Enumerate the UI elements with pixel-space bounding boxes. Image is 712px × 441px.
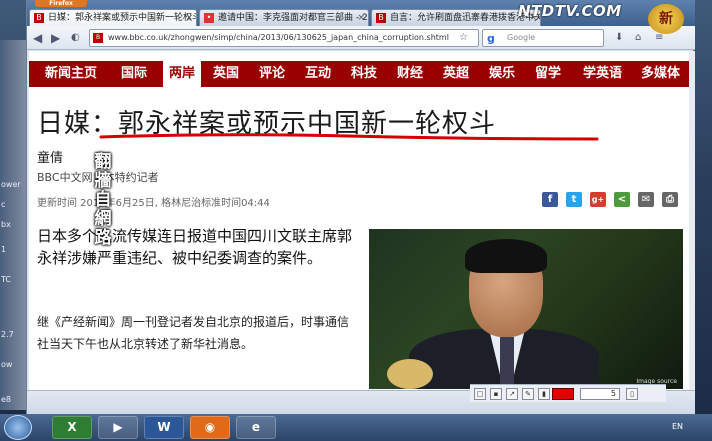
share-icon[interactable]: < <box>614 192 630 207</box>
arrow-icon[interactable]: ↗ <box>506 388 518 400</box>
twitter-icon[interactable]: t <box>566 192 582 207</box>
bbc-nav-item[interactable]: 英超 <box>443 61 469 87</box>
taskbar-ie-icon[interactable]: e <box>236 416 276 439</box>
bbc-favicon-icon: B <box>34 13 44 23</box>
search-input[interactable]: g Google <box>482 29 604 47</box>
home-icon[interactable]: ⌂ <box>635 30 641 46</box>
taskbar-excel-icon[interactable]: X <box>52 416 92 439</box>
bookmark-star-icon[interactable]: ☆ <box>459 30 468 46</box>
address-bar[interactable]: B www.bbc.co.uk/zhongwen/simp/china/2013… <box>89 29 479 47</box>
bbc-nav-item[interactable]: 新闻主页 <box>45 61 97 87</box>
slider-icon[interactable]: ▯ <box>626 388 638 400</box>
article-paragraph-2: 继《产经新闻》周一刊登记者发自北京的报道后，时事通信社当天下午也从北京转述了新华… <box>37 315 350 351</box>
ntdtv-logo: NTDTV.COM <box>518 2 622 20</box>
desktop-label: TC <box>1 275 12 284</box>
bbc-nav-item[interactable]: 留学 <box>535 61 561 87</box>
taskbar-word-icon[interactable]: W <box>144 416 184 439</box>
news-favicon-icon: • <box>204 13 214 23</box>
language-indicator[interactable]: EN <box>672 422 683 431</box>
photo-flower <box>387 359 433 389</box>
taskbar-firefox-icon[interactable]: ◉ <box>190 416 230 439</box>
stamp-char: 路 <box>94 228 112 248</box>
tab-second[interactable]: • 邀请中国：李克强面对都官三部曲 - 2... × <box>199 9 369 26</box>
highlighter-icon[interactable]: ▮ <box>538 388 550 400</box>
color-swatch[interactable] <box>552 388 574 400</box>
bbc-nav-bar: 新闻主页 国际 两岸 英国 评论 互动 科技 财经 英超 娱乐 留学 学英语 多… <box>29 61 689 87</box>
navigation-toolbar: ◀ ▶ ◐ B www.bbc.co.uk/zhongwen/simp/chin… <box>27 26 695 50</box>
save-icon[interactable]: ▪ <box>490 388 502 400</box>
facebook-icon[interactable]: f <box>542 192 558 207</box>
new-icon[interactable]: □ <box>474 388 486 400</box>
bbc-nav-item[interactable]: 多媒体 <box>641 61 680 87</box>
taskbar-media-icon[interactable]: ▶ <box>98 416 138 439</box>
article-photo: Image source <box>369 229 683 389</box>
forward-arrow-icon[interactable]: ▶ <box>51 30 60 46</box>
desktop-label: bx <box>1 220 11 229</box>
back-arrow-icon[interactable]: ◀ <box>33 30 42 46</box>
desktop-label: ower <box>1 180 21 189</box>
red-underline-annotation <box>99 133 599 141</box>
annotation-toolbar: □ ▪ ↗ ✎ ▮ 5 ▯ <box>470 384 666 402</box>
article-author: 童倩 <box>37 151 64 166</box>
tab-article[interactable]: B 日媒：郭永祥案或预示中国新一轮权斗 × <box>29 9 197 26</box>
taskbar: X ▶ W ◉ e EN <box>0 414 712 441</box>
bbc-nav-item-active[interactable]: 两岸 <box>163 61 202 87</box>
photo-tie <box>500 337 514 389</box>
search-placeholder: Google <box>507 33 536 42</box>
bbc-nav-item[interactable]: 财经 <box>397 61 423 87</box>
size-field[interactable]: 5 <box>580 388 620 400</box>
bbc-nav-item[interactable]: 学英语 <box>583 61 622 87</box>
bbc-nav-item[interactable]: 国际 <box>121 61 147 87</box>
pen-icon[interactable]: ✎ <box>522 388 534 400</box>
desktop-label: ow <box>1 360 13 369</box>
desktop-label: e8 <box>1 395 12 404</box>
article-paragraph-1: 日本多个主流传媒连日报道中国四川文联主席郭永祥涉嫌严重违纪、被中纪委调查的案件。 <box>37 227 353 267</box>
start-button[interactable] <box>4 415 32 440</box>
photo-hair <box>465 239 547 273</box>
download-icon[interactable]: ⬇ <box>615 30 623 46</box>
stamp-char: 網 <box>94 209 112 229</box>
vertical-stamp-overlay: 翻 牆 自 網 路 <box>91 153 115 248</box>
url-text: www.bbc.co.uk/zhongwen/simp/china/2013/0… <box>108 33 449 42</box>
stamp-char: 自 <box>94 190 112 210</box>
site-identity-icon[interactable]: ◐ <box>71 30 80 46</box>
googleplus-icon[interactable]: g+ <box>590 192 606 207</box>
desktop-label: 2.7 <box>1 330 14 339</box>
bbc-nav-item[interactable]: 互动 <box>305 61 331 87</box>
email-icon[interactable]: ✉ <box>638 192 654 207</box>
desktop-label: 1 <box>1 245 7 254</box>
stamp-char: 牆 <box>94 171 112 191</box>
firefox-menu-button[interactable]: Firefox <box>35 0 87 7</box>
browser-window: Firefox B 日媒：郭永祥案或预示中国新一轮权斗 × • 邀请中国：李克强… <box>26 0 695 414</box>
ntdtv-badge-icon: 新 <box>648 4 684 34</box>
bbc-nav-item[interactable]: 科技 <box>351 61 377 87</box>
close-tab-icon[interactable]: × <box>185 10 193 26</box>
close-tab-icon[interactable]: × <box>357 10 365 26</box>
page-scrollbar[interactable] <box>689 51 695 390</box>
tab-label: 邀请中国：李克强面对都官三部曲 - 2... <box>218 13 369 23</box>
page-favicon-icon: B <box>93 33 103 43</box>
bbc-favicon-icon: B <box>376 13 386 23</box>
stamp-char: 翻 <box>94 152 112 172</box>
bbc-nav-item[interactable]: 评论 <box>259 61 285 87</box>
web-page: 新闻主页 国际 两岸 英国 评论 互动 科技 财经 英超 娱乐 留学 学英语 多… <box>29 51 689 390</box>
bbc-nav-item[interactable]: 英国 <box>213 61 239 87</box>
print-icon[interactable]: ⎙ <box>662 192 678 207</box>
tab-label: 日媒：郭永祥案或预示中国新一轮权斗 <box>48 13 197 23</box>
article-date: 更新时间 2013年6月25日, 格林尼治标准时间04:44 <box>37 198 270 209</box>
bbc-nav-item[interactable]: 娱乐 <box>489 61 515 87</box>
tab-third[interactable]: B 自言：允许刷面盘迅寨春港拨香港中关... × <box>371 9 541 26</box>
desktop-label: c <box>1 200 6 209</box>
google-icon: g <box>487 32 495 45</box>
